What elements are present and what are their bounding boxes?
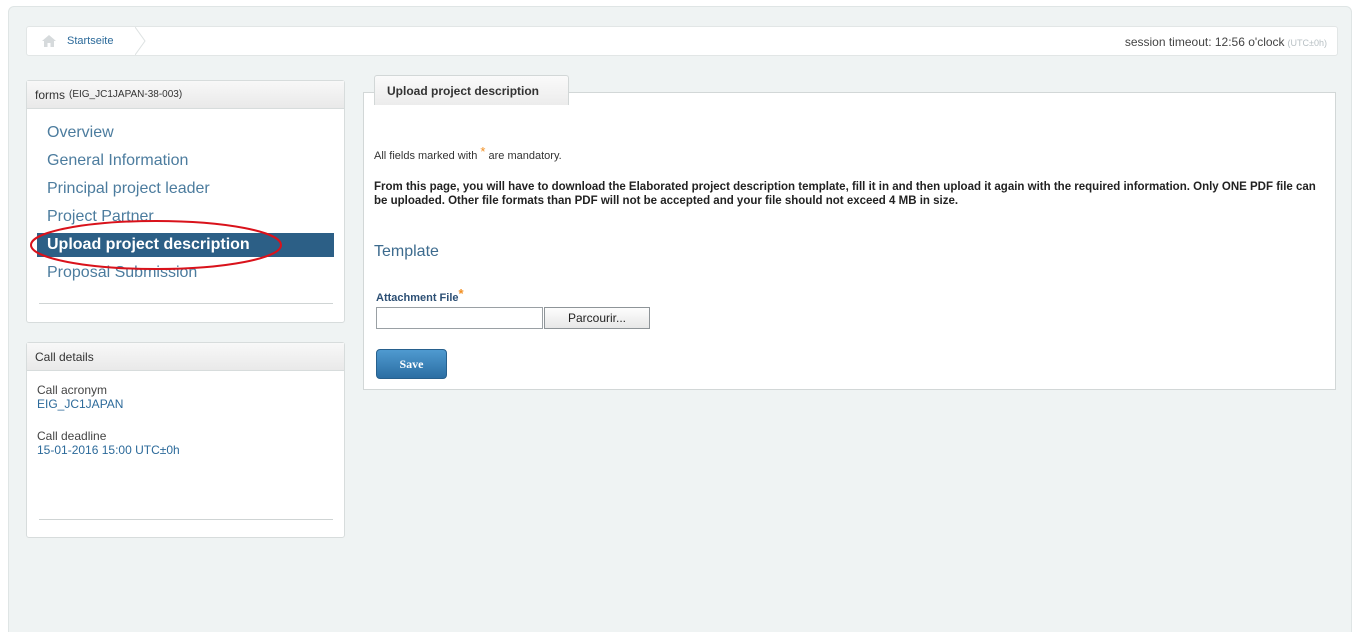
attachment-file-label-text: Attachment File (376, 292, 459, 304)
attachment-required-star: * (458, 286, 464, 301)
upload-form: All fields marked with * are mandatory. … (363, 92, 1336, 390)
call-deadline-label: Call deadline (37, 429, 107, 443)
nav-item-overview[interactable]: Overview (37, 119, 334, 147)
browse-button[interactable]: Parcourir... (544, 307, 650, 329)
call-details-body: Call acronym EIG_JC1JAPAN Call deadline … (27, 371, 344, 487)
mandatory-note: All fields marked with * are mandatory. (374, 144, 562, 162)
call-details-divider (39, 519, 333, 520)
call-acronym-value: EIG_JC1JAPAN (37, 397, 124, 411)
breadcrumb-home-link[interactable]: Startseite (67, 35, 113, 47)
nav-item-proposal-submission[interactable]: Proposal Submission (37, 259, 334, 287)
attachment-file-label: Attachment File* (376, 286, 464, 304)
required-star: * (480, 144, 486, 159)
forms-panel-header: forms (EIG_JC1JAPAN-38-003) (27, 81, 344, 109)
nav-item-upload-project-description[interactable]: Upload project description (37, 233, 334, 257)
session-timezone: (UTC±0h) (1287, 38, 1327, 48)
breadcrumb[interactable]: Startseite (27, 27, 139, 55)
call-details-header: Call details (27, 343, 344, 371)
forms-panel-title: forms (35, 87, 65, 102)
breadcrumb-separator (135, 27, 146, 55)
forms-panel-code: (EIG_JC1JAPAN-38-003) (69, 89, 183, 100)
nav-item-principal-project-leader[interactable]: Principal project leader (37, 175, 334, 203)
forms-panel: forms (EIG_JC1JAPAN-38-003) Overview Gen… (26, 80, 345, 323)
tab-upload-project-description[interactable]: Upload project description (374, 75, 569, 105)
nav-item-project-partner[interactable]: Project Partner (37, 203, 334, 231)
mandatory-note-prefix: All fields marked with (374, 150, 478, 162)
attachment-file-input[interactable] (376, 307, 543, 329)
mandatory-note-suffix: are mandatory. (488, 150, 562, 162)
template-heading: Template (374, 243, 439, 260)
forms-panel-divider (39, 303, 333, 304)
upload-instructions: From this page, you will have to downloa… (374, 181, 1316, 207)
call-deadline-value: 15-01-2016 15:00 UTC±0h (37, 443, 180, 457)
save-button[interactable]: Save (376, 349, 447, 379)
session-timeout: session timeout: 12:56 o'clock (UTC±0h) (1125, 35, 1327, 49)
forms-nav: Overview General Information Principal p… (27, 109, 344, 287)
nav-item-general-information[interactable]: General Information (37, 147, 334, 175)
call-acronym-label: Call acronym (37, 383, 108, 397)
call-details-title: Call details (35, 349, 94, 364)
call-details-panel: Call details Call acronym EIG_JC1JAPAN C… (26, 342, 345, 538)
session-timeout-text: session timeout: 12:56 o'clock (1124, 35, 1285, 49)
breadcrumb-bar: Startseite session timeout: 12:56 o'cloc… (26, 26, 1338, 56)
home-icon (41, 34, 57, 48)
